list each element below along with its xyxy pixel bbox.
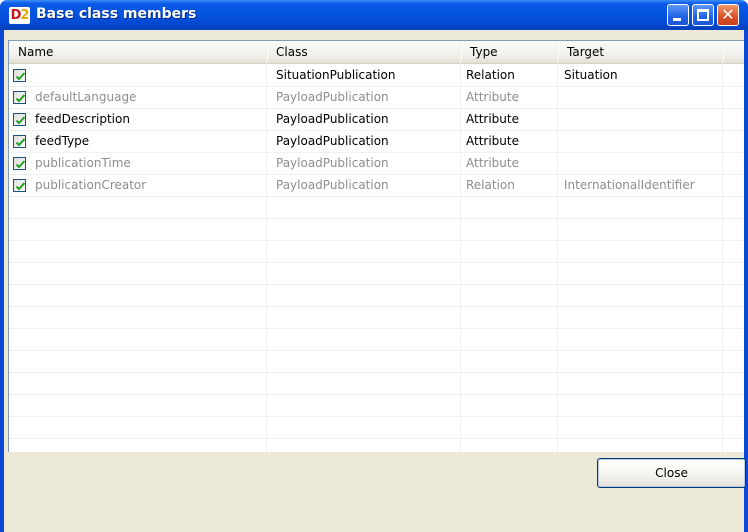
members-list[interactable]: Name Class Type Target SituationPublicat… [8,40,744,452]
empty-row [9,241,744,263]
cell-class: PayloadPublication [276,134,389,148]
row-checkbox[interactable] [13,69,26,82]
cell-type: Relation [466,178,515,192]
empty-row [9,307,744,329]
cell-type: Attribute [466,134,519,148]
row-checkbox[interactable] [13,135,26,148]
cell-name [35,65,261,86]
empty-row [9,439,744,452]
close-button[interactable]: Close [597,458,746,488]
column-header-target[interactable]: Target [558,41,722,63]
column-header-class[interactable]: Class [267,41,460,63]
title-bar[interactable]: D2 Base class members ✕ [0,0,748,30]
cell-name: publicationTime [35,156,131,170]
row-checkbox[interactable] [13,91,26,104]
checkmark-icon [15,94,26,103]
row-checkbox[interactable] [13,113,26,126]
checkmark-icon [15,182,26,191]
cell-name: feedType [35,134,90,148]
cell-type: Attribute [466,112,519,126]
cell-type: Attribute [466,156,519,170]
cell-target: InternationalIdentifier [564,178,695,192]
cell-type: Relation [466,68,515,82]
empty-row [9,373,744,395]
logo-letter: D [10,8,22,23]
cell-class: PayloadPublication [276,90,389,104]
cell-class: PayloadPublication [276,156,389,170]
empty-row [9,285,744,307]
list-header: Name Class Type Target [9,41,744,64]
column-header-type[interactable]: Type [461,41,557,63]
maximize-button[interactable] [692,4,714,26]
dialog-window: D2 Base class members ✕ Name Class Type … [0,0,748,532]
empty-row [9,351,744,373]
cell-target: Situation [564,68,618,82]
table-row[interactable]: defaultLanguage PayloadPublication Attribu… [9,87,744,109]
column-header-name[interactable]: Name [9,41,266,63]
app-logo-icon: D2 [9,7,30,24]
row-checkbox[interactable] [13,179,26,192]
logo-digit: 2 [20,8,29,23]
dialog-client-area: Name Class Type Target SituationPublicat… [4,30,746,532]
empty-row [9,329,744,351]
cell-target [564,131,719,152]
cell-target [564,87,719,108]
cell-target [564,109,719,130]
maximize-icon [697,9,709,21]
checkmark-icon [15,160,26,169]
close-icon: ✕ [721,5,735,24]
cell-name: feedDescription [35,112,130,126]
checkmark-icon [15,138,26,147]
window-title: Base class members [36,6,197,22]
table-row[interactable]: publicationCreator PayloadPublication Rela… [9,175,744,197]
table-row[interactable]: feedDescription PayloadPublication Attribu… [9,109,744,131]
empty-row [9,395,744,417]
cell-class: PayloadPublication [276,178,389,192]
empty-row [9,417,744,439]
minimize-button[interactable] [667,4,689,26]
cell-name: publicationCreator [35,178,147,192]
checkmark-icon [15,72,26,81]
cell-class: SituationPublication [276,68,396,82]
window-close-button[interactable]: ✕ [717,4,739,26]
table-row[interactable]: SituationPublication Relation Situation [9,65,744,87]
row-checkbox[interactable] [13,157,26,170]
cell-type: Attribute [466,90,519,104]
checkmark-icon [15,116,26,125]
cell-target [564,153,719,174]
cell-name: defaultLanguage [35,90,137,104]
empty-row [9,263,744,285]
empty-row [9,197,744,219]
minimize-icon [673,18,681,21]
table-row[interactable]: feedType PayloadPublication Attribute [9,131,744,153]
table-row[interactable]: publicationTime PayloadPublication Attribu… [9,153,744,175]
empty-row [9,219,744,241]
cell-class: PayloadPublication [276,112,389,126]
